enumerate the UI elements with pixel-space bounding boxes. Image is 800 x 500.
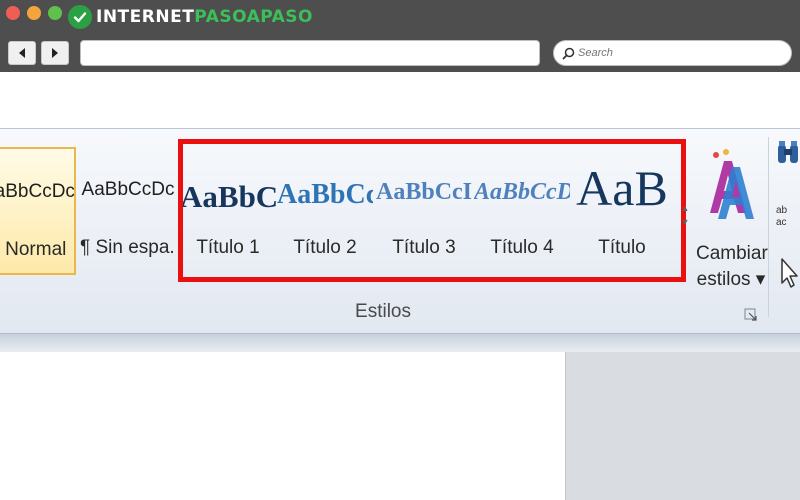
style-titulo-3[interactable]: AaBbCcI Título 3 (376, 147, 472, 275)
change-styles-label-line2: estilos ▾ (696, 269, 766, 290)
style-label: Título 3 (392, 237, 456, 258)
browser-titlebar: INTERNETPASOAPASO (0, 0, 800, 34)
word-ribbon: AaBbCcDc ¶ Normal AaBbCcDc ¶ Sin espa...… (0, 128, 800, 334)
logo-text-internet: INTERNET (96, 7, 195, 27)
back-button[interactable] (8, 41, 36, 65)
style-label: Título (598, 237, 646, 258)
scroll-down-icon[interactable]: ▼ (678, 215, 692, 229)
style-normal[interactable]: AaBbCcDc ¶ Normal (0, 147, 76, 275)
style-preview: AaBbCcDc (0, 181, 74, 202)
style-sin-espaciado[interactable]: AaBbCcDc ¶ Sin espa... (80, 147, 176, 275)
change-styles-label-line1: Cambiar (696, 243, 768, 264)
change-styles-icon (710, 149, 754, 219)
check-icon (68, 5, 92, 29)
replace-icon-text: ab ac (776, 205, 788, 228)
forward-arrow-icon (52, 48, 58, 58)
browser-navbar (0, 34, 800, 72)
style-label: Título 2 (293, 237, 357, 258)
dialog-launcher-icon[interactable] (744, 308, 758, 322)
back-arrow-icon (19, 48, 25, 58)
style-label: Título 1 (196, 237, 260, 258)
style-titulo-1[interactable]: AaBbCc Título 1 (180, 147, 276, 275)
replace-icon[interactable]: ab ac (776, 205, 800, 239)
logo-text-pasoapaso: PASOAPASO (194, 7, 313, 27)
site-logo: INTERNETPASOAPASO (68, 3, 313, 31)
scroll-up-icon[interactable]: ▲ (678, 201, 692, 215)
editing-group: ab ac (774, 139, 800, 299)
style-preview: AaBbCc (277, 179, 373, 210)
style-preview: AaB (576, 160, 668, 216)
minimize-window-button[interactable] (27, 6, 41, 20)
search-input[interactable] (578, 47, 778, 59)
find-binoculars-icon[interactable] (776, 139, 800, 169)
style-preview: AaBbCcI (376, 179, 472, 205)
document-page[interactable] (0, 352, 566, 500)
style-preview: AaBbCcD (474, 179, 570, 205)
style-label: Título 4 (490, 237, 554, 258)
select-cursor-icon[interactable] (776, 255, 800, 291)
style-label: ¶ Normal (0, 239, 67, 260)
maximize-window-button[interactable] (48, 6, 62, 20)
ribbon-group-label: Estilos (355, 301, 411, 322)
style-titulo-4[interactable]: AaBbCcD Título 4 (474, 147, 570, 275)
address-bar-input[interactable] (80, 40, 540, 66)
change-styles-button[interactable]: Cambiar estilos ▾ (696, 141, 768, 290)
close-window-button[interactable] (6, 6, 20, 20)
style-titulo[interactable]: AaB Título (574, 147, 670, 275)
search-box[interactable] (553, 40, 792, 66)
style-preview: AaBbCcDc (81, 179, 175, 200)
style-label: ¶ Sin espa... (80, 237, 176, 258)
forward-button[interactable] (41, 41, 69, 65)
magnifier-icon (562, 47, 575, 59)
style-preview: AaBbCc (180, 179, 276, 214)
style-gallery-scroll[interactable]: ▲ ▼ (678, 201, 692, 257)
group-separator (768, 137, 769, 317)
ribbon-shadow (0, 334, 800, 352)
style-titulo-2[interactable]: AaBbCc Título 2 (277, 147, 373, 275)
